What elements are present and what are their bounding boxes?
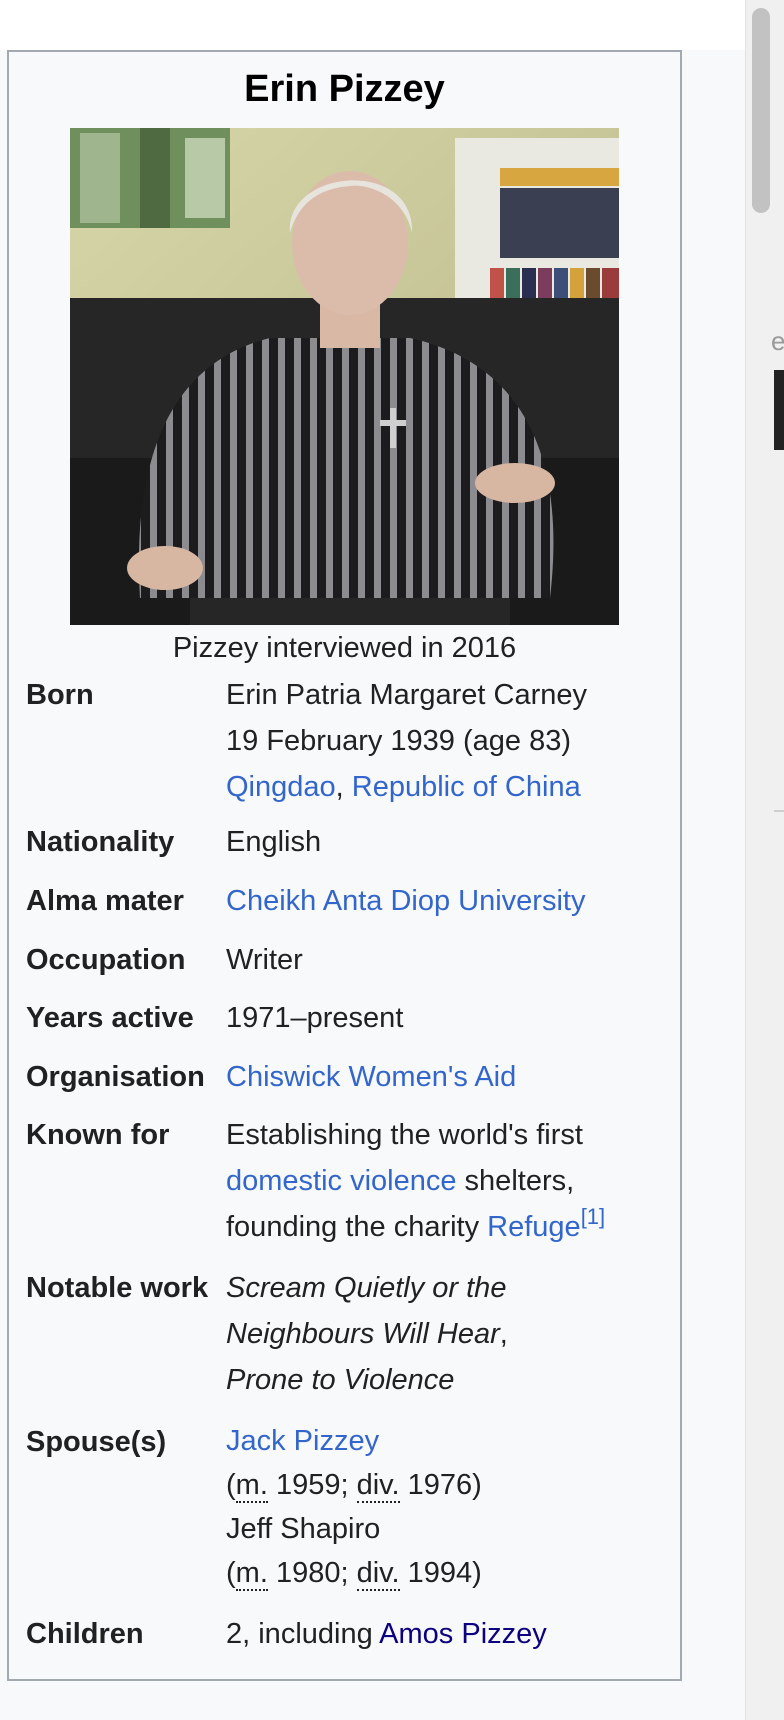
value-nationality: English [226, 826, 322, 858]
spouse-2-married-year: 1980; [267, 1557, 357, 1589]
label-organisation: Organisation [26, 1061, 205, 1093]
link-amos-pizzey[interactable]: Amos Pizzey [379, 1618, 547, 1650]
spouse-2-dates: (m. 1980; div. 1994) [226, 1551, 646, 1595]
label-notable-work: Notable work [26, 1272, 209, 1304]
known-for-line-2: domestic violence shelters, [226, 1158, 646, 1204]
birth-place-separator: , [335, 771, 344, 803]
reference-1[interactable]: [1] [581, 1204, 605, 1229]
page-top-area [0, 0, 745, 50]
adjacent-window-dark-element [774, 370, 784, 450]
married-abbr[interactable]: m. [235, 1469, 268, 1503]
label-years-active: Years active [26, 1002, 194, 1034]
spouse-1-married-year: 1959; [267, 1469, 357, 1501]
label-spouses: Spouse(s) [26, 1426, 167, 1458]
value-years-active: 1971–present [226, 1002, 404, 1034]
portrait-photo-image [70, 128, 619, 625]
work-title-scream-quietly-part1: Scream Quietly or the [226, 1272, 507, 1304]
value-notable-work: Scream Quietly or the Neighbours Will He… [226, 1265, 646, 1403]
label-nationality: Nationality [26, 826, 175, 858]
spouse-2-divorced-year: 1994) [399, 1557, 482, 1589]
divorced-abbr[interactable]: div. [356, 1469, 400, 1503]
scrollbar-thumb[interactable] [752, 8, 770, 213]
children-count-text: 2, including [226, 1618, 380, 1650]
birth-date: 19 February 1939 (age 83) [226, 725, 571, 757]
value-alma-mater: Cheikh Anta Diop University [226, 878, 646, 924]
label-alma-mater: Alma mater [26, 885, 184, 917]
divorced-abbr[interactable]: div. [356, 1557, 400, 1591]
link-domestic-violence[interactable]: domestic violence [226, 1165, 457, 1197]
spouse-2-open-paren: ( [226, 1557, 236, 1589]
spouse-1-open-paren: ( [226, 1469, 236, 1501]
label-born: Born [26, 679, 94, 711]
spouse-1-dates: (m. 1959; div. 1976) [226, 1463, 646, 1507]
spouse-1-name-line: Jack Pizzey [226, 1419, 646, 1463]
value-children: 2, including Amos Pizzey [226, 1611, 646, 1657]
work-title-prone-to-violence: Prone to Violence [226, 1364, 455, 1396]
link-qingdao[interactable]: Qingdao [226, 771, 336, 803]
value-known-for: Establishing the world's first domestic … [226, 1112, 646, 1250]
link-jack-pizzey[interactable]: Jack Pizzey [226, 1425, 379, 1457]
known-for-shelters-text: shelters, [456, 1165, 575, 1197]
known-for-line-3: founding the charity Refuge[1] [226, 1204, 646, 1250]
value-occupation: Writer [226, 944, 303, 976]
known-for-founding-text: founding the charity [226, 1211, 488, 1243]
notable-work-line-2: Neighbours Will Hear, [226, 1311, 646, 1357]
infobox: Erin Pizzey Pizzey interviewed in 2016 B… [7, 50, 682, 1681]
scrollbar-track[interactable] [745, 0, 784, 1720]
adjacent-window-divider [774, 810, 784, 812]
known-for-line-1: Establishing the world's first [226, 1119, 583, 1151]
married-abbr[interactable]: m. [235, 1557, 268, 1591]
spouse-1-divorced-year: 1976) [399, 1469, 482, 1501]
notable-work-separator: , [499, 1318, 508, 1350]
infobox-title: Erin Pizzey [244, 68, 445, 110]
link-cheikh-anta-diop-university[interactable]: Cheikh Anta Diop University [226, 885, 585, 917]
link-refuge[interactable]: Refuge [487, 1211, 581, 1243]
value-born: Erin Patria Margaret Carney 19 February … [226, 672, 646, 810]
spouse-2-name: Jeff Shapiro [226, 1513, 381, 1545]
adjacent-window-text: e [771, 326, 784, 356]
label-children: Children [26, 1618, 144, 1650]
label-occupation: Occupation [26, 944, 186, 976]
link-republic-of-china[interactable]: Republic of China [352, 771, 581, 803]
value-organisation: Chiswick Women's Aid [226, 1054, 646, 1100]
link-chiswick-womens-aid[interactable]: Chiswick Women's Aid [226, 1061, 516, 1093]
notable-work-line-3: Prone to Violence [226, 1357, 646, 1403]
notable-work-line-1: Scream Quietly or the [226, 1265, 646, 1311]
portrait-photo[interactable] [70, 128, 619, 625]
birth-place: Qingdao, Republic of China [226, 764, 646, 810]
work-title-scream-quietly-part2: Neighbours Will Hear [226, 1318, 500, 1350]
value-spouses: Jack Pizzey (m. 1959; div. 1976) Jeff Sh… [226, 1419, 646, 1595]
image-caption: Pizzey interviewed in 2016 [172, 632, 517, 664]
label-known-for: Known for [26, 1119, 170, 1151]
birth-name: Erin Patria Margaret Carney [226, 679, 588, 711]
